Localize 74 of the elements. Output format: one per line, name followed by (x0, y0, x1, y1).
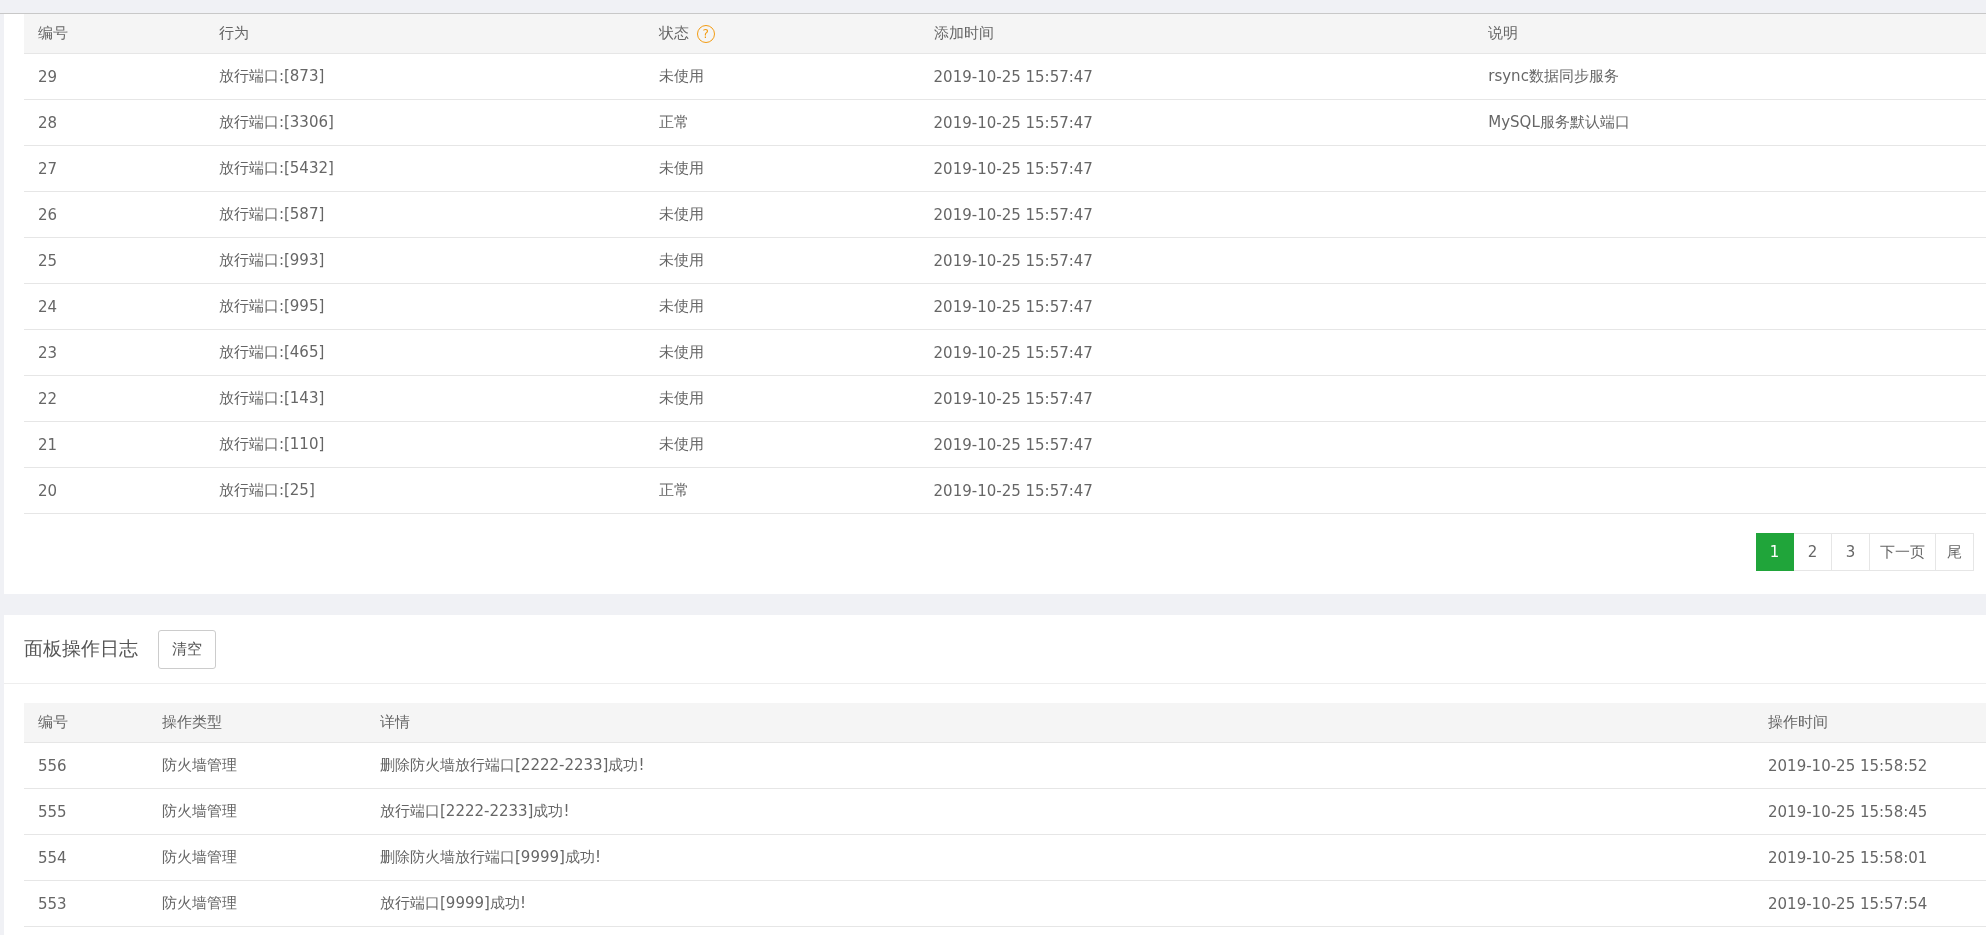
table-cell: 放行端口:[993] (218, 251, 325, 270)
column-header: 行为 (218, 24, 249, 43)
table-cell: 28 (38, 113, 58, 132)
column-header: 编号 (38, 24, 68, 43)
panel-title: 面板操作日志 (24, 636, 138, 661)
table-cell: 2019-10-25 15:57:47 (933, 389, 1093, 408)
table-cell: 2019-10-25 15:57:47 (933, 343, 1093, 362)
column-header: 编号 (38, 713, 68, 732)
table-cell: 正常 (658, 481, 689, 500)
table-cell: 放行端口[9999]成功! (380, 894, 526, 913)
column-header: 状态 (658, 24, 689, 43)
table-cell: 2019-10-25 15:58:01 (1768, 848, 1928, 867)
column-header: 添加时间 (933, 24, 994, 43)
table-cell: 26 (38, 205, 58, 224)
table-cell: 放行端口:[995] (218, 297, 325, 316)
table-cell: 未使用 (658, 297, 704, 316)
table-cell: 放行端口:[873] (218, 67, 325, 86)
table-cell: 删除防火墙放行端口[2222-2233]成功! (380, 756, 645, 775)
table-cell: 防火墙管理 (162, 802, 237, 821)
table-cell: 未使用 (658, 67, 704, 86)
table-cell: 防火墙管理 (162, 894, 237, 913)
table-cell: MySQL服务默认端口 (1488, 113, 1630, 132)
table-cell: 2019-10-25 15:57:47 (933, 205, 1093, 224)
table-cell: 2019-10-25 15:57:54 (1768, 894, 1928, 913)
table-cell: 防火墙管理 (162, 756, 237, 775)
table-cell: 25 (38, 251, 58, 270)
table-cell: 防火墙管理 (162, 848, 237, 867)
table-cell: 29 (38, 67, 58, 86)
column-header: 操作类型 (162, 713, 222, 732)
page-button[interactable]: 下一页 (1870, 533, 1936, 571)
column-header: 详情 (380, 713, 410, 732)
table-cell: 放行端口:[465] (218, 343, 325, 362)
table-cell: 未使用 (658, 251, 704, 270)
table-cell: 22 (38, 389, 58, 408)
table-cell: 20 (38, 481, 58, 500)
table-cell: 2019-10-25 15:58:52 (1768, 756, 1928, 775)
table-cell: 放行端口:[110] (218, 435, 325, 454)
table-cell: 2019-10-25 15:57:47 (933, 481, 1093, 500)
table-cell: 未使用 (658, 435, 704, 454)
table-cell: 2019-10-25 15:57:47 (933, 67, 1093, 86)
table-cell: 556 (38, 756, 67, 775)
table-cell: 555 (38, 802, 67, 821)
page-button[interactable]: 1 (1756, 533, 1794, 571)
table-cell: 放行端口:[5432] (218, 159, 334, 178)
table-cell: 未使用 (658, 159, 704, 178)
page-button[interactable]: 2 (1794, 533, 1832, 571)
table-cell: 放行端口:[143] (218, 389, 325, 408)
table-cell: 553 (38, 894, 67, 913)
table-cell: 2019-10-25 15:57:47 (933, 297, 1093, 316)
table-cell: 27 (38, 159, 58, 178)
table-cell: 删除防火墙放行端口[9999]成功! (380, 848, 601, 867)
table-cell: 正常 (658, 113, 689, 132)
table-cell: 554 (38, 848, 67, 867)
page-button[interactable]: 3 (1832, 533, 1870, 571)
table-cell: 2019-10-25 15:57:47 (933, 435, 1093, 454)
table-cell: 2019-10-25 15:57:47 (933, 113, 1093, 132)
column-header: 操作时间 (1768, 713, 1828, 732)
table-cell: 放行端口:[3306] (218, 113, 334, 132)
table-cell: 21 (38, 435, 58, 454)
table-cell: 未使用 (658, 205, 704, 224)
page-button[interactable]: 尾 (1936, 533, 1974, 571)
table-cell: 放行端口:[25] (218, 481, 315, 500)
table-cell: 2019-10-25 15:58:45 (1768, 802, 1928, 821)
table-cell: rsync数据同步服务 (1488, 67, 1619, 86)
table-cell: 24 (38, 297, 58, 316)
table-cell: 放行端口:[587] (218, 205, 325, 224)
table-cell: 未使用 (658, 343, 704, 362)
table-cell: 23 (38, 343, 58, 362)
clear-button[interactable]: 清空 (158, 629, 216, 669)
table-cell: 放行端口[2222-2233]成功! (380, 802, 570, 821)
column-header: 说明 (1488, 24, 1519, 43)
table-cell: 未使用 (658, 389, 704, 408)
table-cell: 2019-10-25 15:57:47 (933, 159, 1093, 178)
table-cell: 2019-10-25 15:57:47 (933, 251, 1093, 270)
